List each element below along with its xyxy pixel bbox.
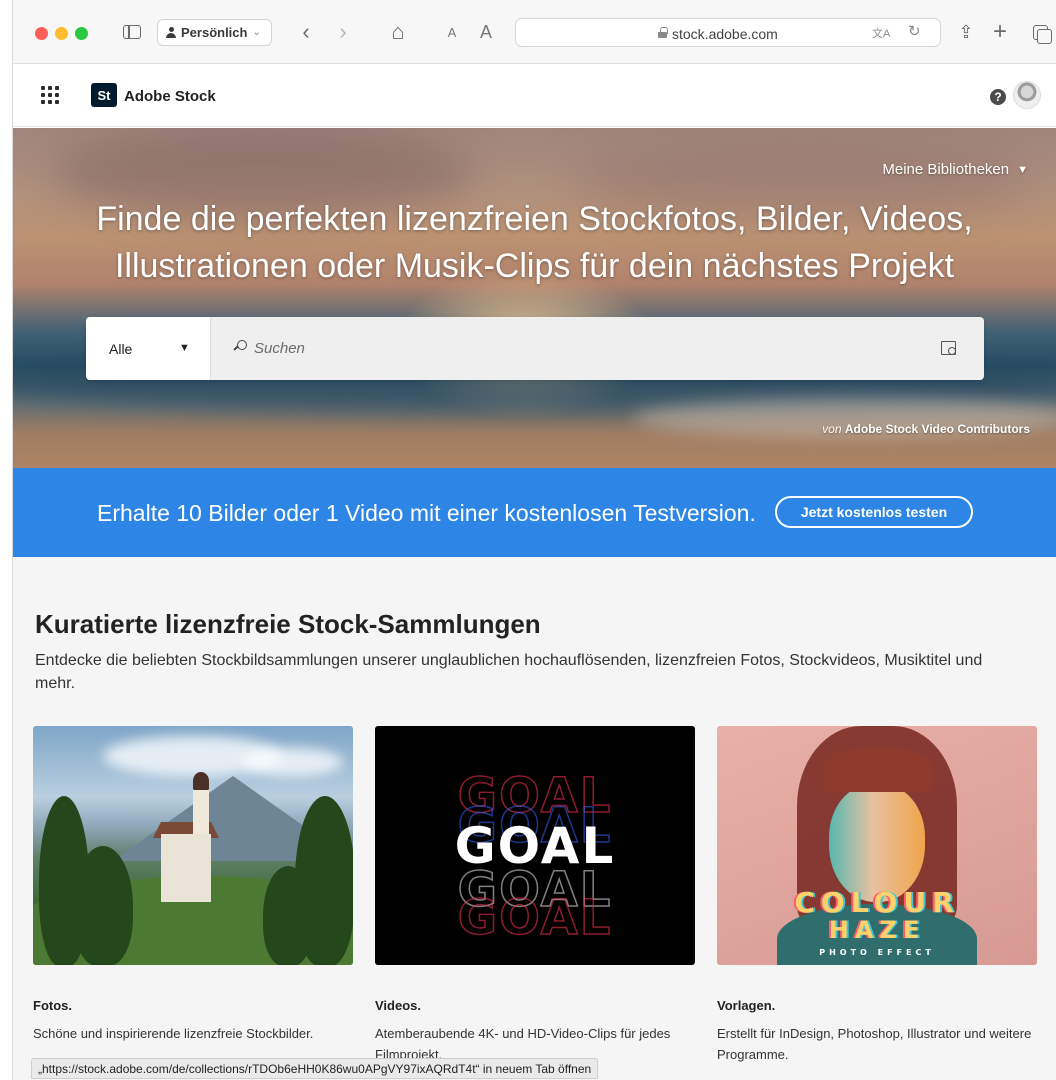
hero-headline-line-2: Illustrationen oder Musik-Clips für dein… [114, 247, 955, 285]
lock-icon [658, 27, 668, 38]
share-icon[interactable]: ⇪ [955, 18, 977, 46]
increase-font-button[interactable]: A [476, 18, 496, 46]
avatar[interactable] [1013, 81, 1041, 109]
sidebar-toggle-icon[interactable] [119, 18, 145, 46]
card-title[interactable]: Fotos. [33, 998, 353, 1013]
visual-search-icon[interactable] [941, 339, 957, 355]
brand-name[interactable]: Adobe Stock [124, 88, 216, 105]
search-input[interactable] [254, 337, 854, 359]
section-description: Entdecke die beliebten Stockbildsammlung… [35, 652, 983, 692]
hero-section: Meine Bibliotheken ▼ Finde die perfekten… [13, 128, 1056, 468]
translate-icon[interactable]: 文A [872, 25, 890, 41]
hero-credit: von Adobe Stock Video Contributors [822, 422, 1030, 436]
trial-banner-text: Erhalte 10 Bilder oder 1 Video mit einer… [97, 500, 756, 526]
search-icon [234, 340, 248, 354]
free-trial-button[interactable]: Jetzt kostenlos testen [775, 496, 973, 528]
search-bar: Alle ▼ [86, 317, 984, 380]
search-type-select[interactable]: Alle ▼ [86, 317, 211, 380]
adobe-stock-logo[interactable]: St [91, 83, 117, 107]
credit-name[interactable]: Adobe Stock Video Contributors [845, 422, 1030, 436]
chevron-down-icon: ▼ [1017, 163, 1028, 176]
my-libraries-dropdown[interactable]: Meine Bibliotheken ▼ [882, 161, 1028, 178]
new-tab-icon[interactable]: + [989, 18, 1011, 46]
card-title[interactable]: Videos. [375, 998, 695, 1013]
card-title[interactable]: Vorlagen. [717, 998, 1037, 1013]
collection-card-templates[interactable]: COLOUR HAZE PHOTO EFFECT Vorlagen. Erste… [717, 726, 1037, 1065]
status-text: „https://stock.adobe.com/de/collections/… [38, 1061, 592, 1076]
app-switcher-icon[interactable] [41, 86, 59, 104]
browser-window: Persönlich ⌄ ‹ › ⌂ A A stock.adobe.com 文… [12, 0, 1056, 1080]
close-window-button[interactable] [35, 27, 48, 40]
haze-text: HAZE [828, 916, 926, 944]
reload-icon[interactable]: ↻ [908, 22, 921, 40]
zoom-window-button[interactable] [75, 27, 88, 40]
link-status-bar: „https://stock.adobe.com/de/collections/… [31, 1058, 599, 1079]
forward-button[interactable]: › [333, 18, 353, 46]
address-text: stock.adobe.com [672, 26, 778, 42]
back-button[interactable]: ‹ [296, 18, 316, 46]
profile-label: Persönlich [181, 25, 248, 40]
collection-card-photos[interactable]: Fotos. Schöne und inspirierende lizenzfr… [33, 726, 353, 1044]
goal-text: GOAL [454, 816, 616, 875]
videos-thumbnail[interactable]: GOAL GOAL GOAL GOAL GOAL [375, 726, 695, 965]
credit-prefix: von [822, 422, 842, 436]
home-icon[interactable]: ⌂ [385, 18, 411, 46]
help-icon[interactable]: ? [990, 89, 1006, 105]
templates-thumbnail[interactable]: COLOUR HAZE PHOTO EFFECT [717, 726, 1037, 965]
profile-selector[interactable]: Persönlich ⌄ [157, 19, 272, 46]
colour-text: COLOUR [794, 886, 960, 919]
photos-thumbnail[interactable] [33, 726, 353, 965]
browser-toolbar: Persönlich ⌄ ‹ › ⌂ A A stock.adobe.com 文… [13, 0, 1056, 64]
chevron-down-icon: ▼ [179, 342, 190, 354]
minimize-window-button[interactable] [55, 27, 68, 40]
section-title: Kuratierte lizenzfreie Stock-Sammlungen [35, 609, 541, 639]
my-libraries-label: Meine Bibliotheken [882, 161, 1010, 178]
decrease-font-button[interactable]: A [443, 18, 461, 46]
tab-overview-icon[interactable] [1029, 18, 1052, 46]
search-type-label: Alle [109, 341, 133, 357]
collection-card-videos[interactable]: GOAL GOAL GOAL GOAL GOAL Videos. Atember… [375, 726, 695, 1065]
photo-effect-text: PHOTO EFFECT [819, 948, 935, 957]
hero-headline-line-1: Finde die perfekten lizenzfreien Stockfo… [96, 200, 973, 238]
chevron-down-icon: ⌄ [252, 27, 261, 38]
card-description: Schöne und inspirierende lizenzfreie Sto… [33, 1026, 314, 1041]
collections-section: Kuratierte lizenzfreie Stock-Sammlungen … [13, 557, 1056, 1080]
person-icon [166, 27, 176, 38]
hero-headline: Finde die perfekten lizenzfreien Stockfo… [13, 196, 1056, 290]
card-description: Erstellt für InDesign, Photoshop, Illust… [717, 1026, 1032, 1062]
address-bar[interactable]: stock.adobe.com 文A ↻ [515, 18, 941, 47]
trial-banner: Erhalte 10 Bilder oder 1 Video mit einer… [13, 468, 1056, 557]
app-header: St Adobe Stock ? [13, 64, 1056, 127]
